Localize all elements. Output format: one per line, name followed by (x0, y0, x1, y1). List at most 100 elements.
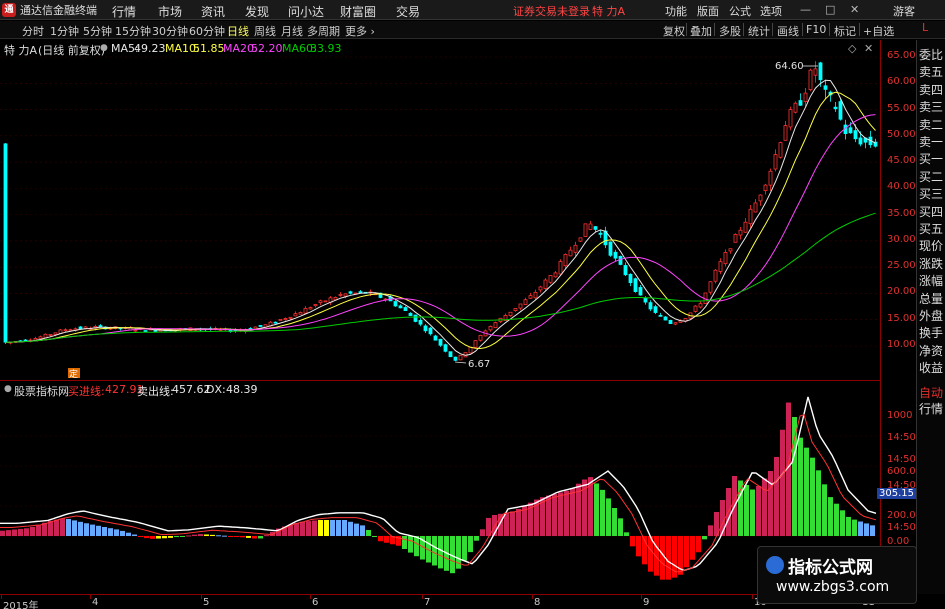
indicator-bar (606, 498, 611, 536)
menu-item-trade[interactable]: 交易 (396, 3, 420, 20)
indicator-bar (774, 456, 779, 536)
indicator-bar (180, 536, 185, 537)
candlestick (608, 241, 613, 257)
indicator-bar (150, 536, 155, 539)
tool-f10[interactable]: F10 (806, 23, 826, 36)
indicator-tick-label: 14:50 (887, 522, 916, 533)
candlestick (283, 317, 288, 321)
menu-layout[interactable]: 版面 (697, 3, 719, 19)
tool-overlay[interactable]: 叠加 (690, 23, 712, 39)
indicator-gear-icon[interactable]: ● (4, 384, 12, 394)
tab-1min[interactable]: 1分钟 (50, 23, 79, 39)
tab-timeshare[interactable]: 分时 (22, 23, 44, 39)
close-icon[interactable]: ✕ (850, 3, 859, 16)
price-tick-label: 30.00 (887, 233, 916, 245)
tab-5min[interactable]: 5分钟 (83, 23, 112, 39)
candlestick (658, 312, 663, 317)
indicator-bar (336, 520, 341, 536)
quote-field-label: 买二 (919, 169, 944, 184)
indicator-panel-label[interactable]: 自动 (919, 386, 943, 400)
tab-monthly[interactable]: 月线 (281, 23, 303, 39)
tab-daily[interactable]: 日线 (227, 23, 249, 39)
indicator-bar (318, 520, 323, 536)
indicator-bar (612, 508, 617, 536)
indicator-bar (162, 536, 167, 539)
tool-adjust[interactable]: 复权 (663, 23, 685, 39)
candlestick (583, 223, 588, 237)
ma5-line (5, 79, 876, 356)
candlestick (553, 270, 558, 278)
tab-15min[interactable]: 15分钟 (115, 23, 151, 39)
tool-mark[interactable]: 标记 (834, 23, 856, 39)
candlestick (143, 330, 148, 332)
menu-options[interactable]: 选项 (760, 3, 782, 19)
indicator-bar (828, 497, 833, 536)
indicator-bar (822, 484, 827, 536)
tool-stats[interactable]: 统计 (748, 23, 770, 39)
indicator-bar (240, 536, 245, 538)
main-price-chart[interactable]: 64.60 6.67 定 (0, 56, 880, 378)
tool-multi-stock[interactable]: 多股 (719, 23, 741, 39)
indicator-bar (372, 536, 377, 537)
maximize-icon[interactable]: □ (825, 3, 835, 16)
indicator-bar (300, 521, 305, 536)
indicator-bar (192, 534, 197, 536)
close-chart-icon[interactable]: ✕ (864, 42, 873, 55)
menu-formula[interactable]: 公式 (729, 3, 751, 19)
indicator-bar (402, 536, 407, 549)
minimize-icon[interactable]: — (800, 3, 811, 16)
indicator-bar (510, 511, 515, 536)
login-status[interactable]: 证券交易未登录 (513, 3, 590, 19)
indicator-bar (246, 536, 251, 538)
menu-item-market[interactable]: 市场 (158, 3, 182, 20)
quote-field-label: 涨幅 (919, 274, 944, 289)
watermark-title: 指标公式网 (788, 558, 873, 578)
quote-field-label: 收益 (919, 361, 944, 376)
settings-gear-icon[interactable]: ● (100, 43, 108, 53)
date-tick-label: 5 (203, 597, 210, 608)
indicator-panel-label[interactable]: 行情 (919, 402, 943, 416)
candlestick (733, 233, 738, 243)
indicator-bar (846, 516, 851, 536)
indicator-tick-label: 200.0 (887, 510, 916, 521)
indicator-bar (594, 483, 599, 536)
candlestick (548, 275, 553, 284)
indicator-chart[interactable] (0, 396, 880, 594)
current-value-badge: 305.15 (877, 488, 916, 499)
menu-item-quotes[interactable]: 行情 (112, 3, 136, 20)
indicator-bar (840, 510, 845, 536)
indicator-bar (144, 536, 149, 539)
tab-60min[interactable]: 60分钟 (189, 23, 225, 39)
tool-draw[interactable]: 画线 (777, 23, 799, 39)
guest-user[interactable]: 游客 (893, 3, 915, 19)
candlestick (628, 273, 633, 287)
menu-item-news[interactable]: 资讯 (201, 3, 225, 20)
tab-multi-period[interactable]: 多周期 (307, 23, 340, 39)
indicator-bar (408, 536, 413, 553)
indicator-bar (126, 532, 131, 536)
tab-30min[interactable]: 30分钟 (152, 23, 188, 39)
indicator-bar (750, 489, 755, 536)
tab-more[interactable]: 更多 › (345, 23, 375, 39)
indicator-bar (102, 527, 107, 536)
indicator-bar (156, 536, 161, 539)
menu-function[interactable]: 功能 (665, 3, 687, 19)
indicator-bar (54, 519, 59, 536)
indicator-bar (330, 520, 335, 536)
menu-item-discover[interactable]: 发现 (245, 3, 269, 20)
indicator-bar (480, 529, 485, 536)
candlestick (298, 311, 303, 315)
indicator-bar (12, 529, 17, 536)
indicator-bar (570, 487, 575, 536)
indicator-tick-label: 600.0 (887, 466, 916, 477)
menu-item-wealth[interactable]: 财富圈 (340, 3, 376, 20)
candlestick (258, 325, 263, 327)
collapse-icon[interactable]: ◇ (848, 42, 856, 55)
indicator-bar (552, 494, 557, 536)
tool-add-watchlist[interactable]: +自选 (863, 23, 894, 39)
menu-item-ask[interactable]: 问小达 (288, 3, 324, 20)
indicator-bar (306, 521, 311, 536)
indicator-bar (804, 447, 809, 536)
tab-weekly[interactable]: 周线 (254, 23, 276, 39)
indicator-bar (0, 530, 5, 536)
